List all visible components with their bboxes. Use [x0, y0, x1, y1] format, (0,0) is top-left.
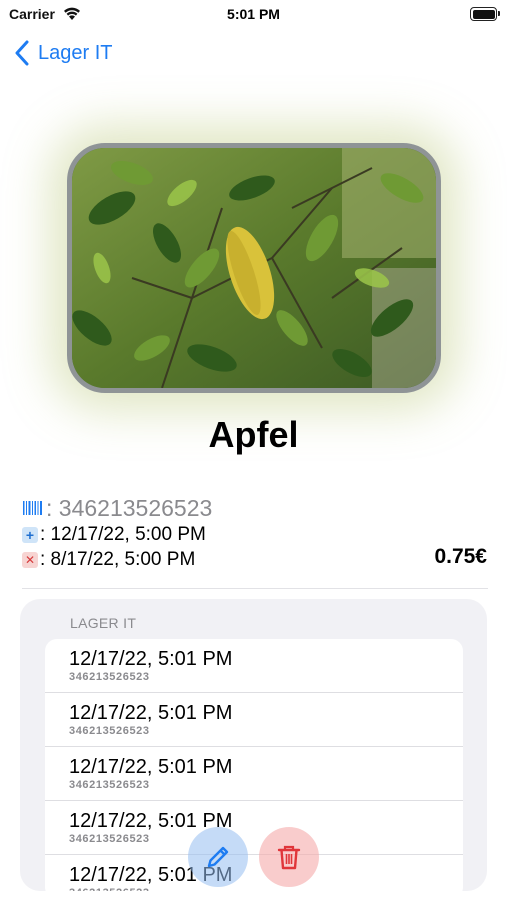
list-item[interactable]: 12/17/22, 5:01 PM 346213526523: [45, 747, 463, 801]
delete-button[interactable]: [259, 827, 319, 887]
added-date: : 12/17/22, 5:00 PM: [40, 523, 206, 545]
list-item-code: 346213526523: [69, 833, 150, 845]
entry-list[interactable]: 12/17/22, 5:01 PM 346213526523 12/17/22,…: [45, 639, 463, 891]
item-info: : 346213526523 + : 12/17/22, 5:00 PM ✕ :…: [22, 494, 488, 572]
list-item[interactable]: 12/17/22, 5:01 PM 346213526523: [45, 693, 463, 747]
edit-button[interactable]: [188, 827, 248, 887]
list-item-date: 12/17/22, 5:01 PM: [69, 648, 233, 670]
list-item[interactable]: 12/17/22, 5:01 PM 346213526523: [45, 801, 463, 855]
list-item-code: 346213526523: [69, 671, 150, 683]
back-button[interactable]: Lager IT: [14, 38, 112, 68]
item-price: 0.75€: [434, 545, 487, 568]
item-title: Apfel: [208, 414, 299, 455]
lager-section: LAGER IT 12/17/22, 5:01 PM 346213526523 …: [20, 599, 487, 891]
barcode-icon: [23, 501, 42, 515]
list-item-date: 12/17/22, 5:01 PM: [69, 756, 233, 778]
added-date-row: + : 12/17/22, 5:00 PM: [22, 522, 488, 547]
expiry-date: : 8/17/22, 5:00 PM: [40, 548, 196, 570]
list-item[interactable]: 12/17/22, 5:01 PM 346213526523: [45, 855, 463, 891]
list-item-code: 346213526523: [69, 725, 150, 737]
plant-image: [72, 148, 436, 388]
barcode-prefix: :: [46, 494, 59, 521]
close-icon: ✕: [22, 551, 38, 568]
item-photo[interactable]: [67, 143, 441, 393]
battery-icon: [470, 7, 500, 21]
divider: [22, 588, 488, 589]
expiry-date-row: ✕ : 8/17/22, 5:00 PM: [22, 547, 488, 572]
status-bar: Carrier 5:01 PM: [0, 0, 507, 30]
plus-icon: +: [22, 526, 38, 543]
back-button-label: Lager IT: [38, 41, 113, 64]
barcode-value: 346213526523: [58, 494, 213, 521]
trash-icon: [277, 845, 301, 870]
barcode-row: : 346213526523: [22, 494, 488, 522]
list-item[interactable]: 12/17/22, 5:01 PM 346213526523: [45, 639, 463, 693]
list-item-date: 12/17/22, 5:01 PM: [69, 702, 233, 724]
pencil-icon: [207, 846, 229, 868]
clock: 5:01 PM: [227, 6, 280, 22]
list-item-code: 346213526523: [69, 779, 150, 791]
section-header: LAGER IT: [70, 615, 137, 631]
chevron-left-icon: [15, 40, 29, 66]
list-item-code: 346213526523: [69, 887, 150, 891]
